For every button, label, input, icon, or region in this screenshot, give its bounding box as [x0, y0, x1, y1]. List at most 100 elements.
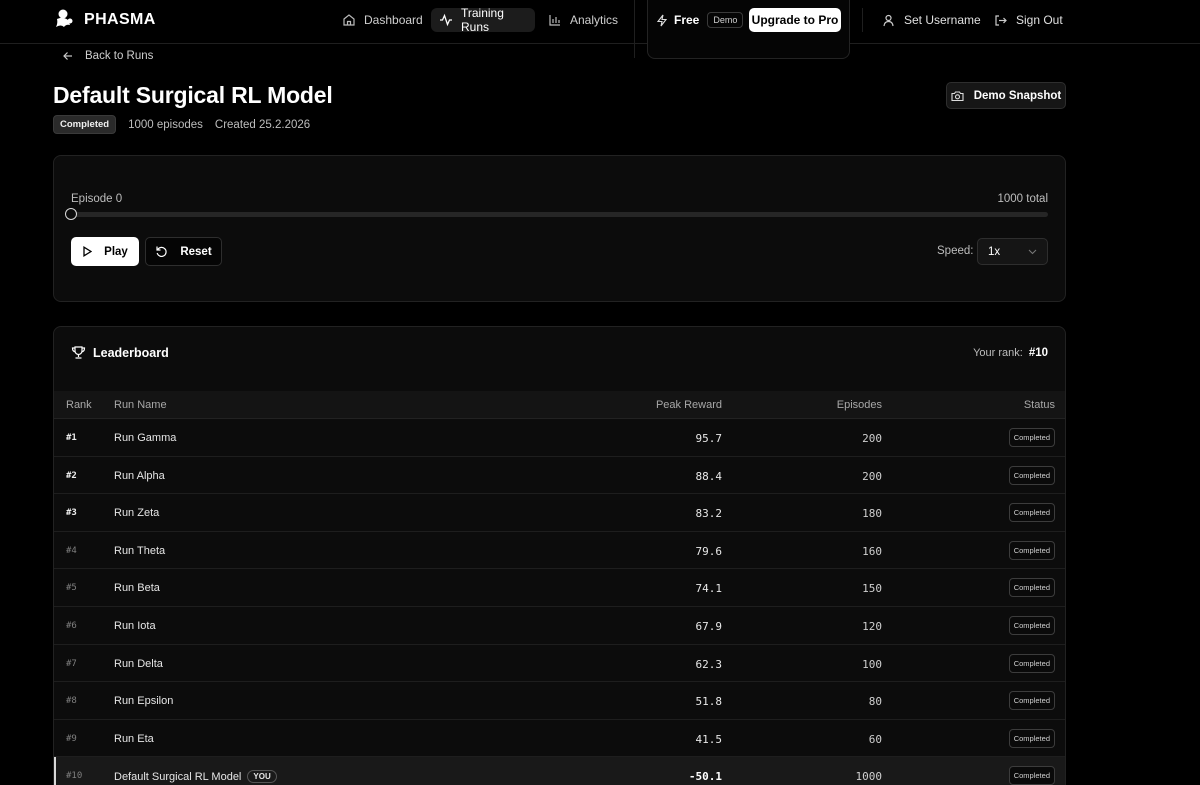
- brand[interactable]: PHASMA: [54, 9, 156, 31]
- demo-badge: Demo: [707, 12, 744, 28]
- play-icon: [82, 246, 93, 257]
- speed-select[interactable]: 1x: [977, 238, 1048, 265]
- demo-snapshot-button[interactable]: Demo Snapshot: [946, 82, 1066, 109]
- rank-cell: #2: [66, 470, 77, 481]
- play-button[interactable]: Play: [71, 237, 139, 266]
- top-nav: PHASMA Dashboard Training Runs Analytics…: [0, 0, 1200, 59]
- rank-cell: #3: [66, 508, 77, 519]
- rotate-ccw-icon: [155, 245, 168, 258]
- speed-value: 1x: [988, 245, 1001, 258]
- created-date: Created 25.2.2026: [214, 118, 311, 131]
- table-row[interactable]: #1 Run Gamma 95.7 200 Completed: [54, 419, 1065, 457]
- table-row[interactable]: #9 Run Eta 41.5 60 Completed: [54, 720, 1065, 758]
- nav-link-label: Analytics: [570, 13, 619, 27]
- run-name-cell: Run Epsilon: [114, 695, 173, 707]
- chevron-down-icon: [1028, 249, 1037, 255]
- leaderboard-panel: Leaderboard Your rank: #10 Rank Run Name…: [53, 326, 1066, 785]
- run-name-cell: Run Delta: [114, 658, 163, 670]
- slider-thumb[interactable]: [65, 208, 77, 220]
- playback-panel: Episode 0 1000 total Play Reset Speed: 1…: [53, 155, 1066, 302]
- speed-label: Speed:: [937, 245, 974, 257]
- table-row[interactable]: #8 Run Epsilon 51.8 80 Completed: [54, 682, 1065, 720]
- status-badge: Completed: [1008, 465, 1055, 485]
- peak-reward-cell: 88.4: [695, 469, 723, 483]
- episodes-cell: 60: [868, 732, 882, 746]
- run-name: Run Epsilon: [114, 695, 174, 708]
- column-header-episodes[interactable]: Episodes: [837, 399, 882, 411]
- reset-button[interactable]: Reset: [145, 237, 222, 266]
- episodes-cell: 80: [868, 695, 882, 709]
- run-name: Run Beta: [114, 582, 160, 595]
- your-rank: Your rank: #10: [973, 347, 1048, 359]
- status-badge: Completed: [53, 115, 117, 134]
- episodes-cell: 1000: [855, 770, 883, 784]
- table-row[interactable]: #4 Run Theta 79.6 160 Completed: [54, 532, 1065, 570]
- episodes-cell: 120: [862, 619, 882, 633]
- episodes-cell: 100: [862, 657, 882, 671]
- table-row[interactable]: #3 Run Zeta 83.2 180 Completed: [54, 494, 1065, 532]
- reset-label: Reset: [180, 245, 212, 258]
- nav-link-dashboard[interactable]: Dashboard: [334, 8, 431, 32]
- column-header-run-name[interactable]: Run Name: [114, 399, 167, 411]
- column-header-status[interactable]: Status: [1024, 399, 1055, 411]
- run-meta: Completed 1000 episodes Created 25.2.202…: [53, 115, 310, 134]
- sign-out-button[interactable]: Sign Out: [994, 8, 1063, 32]
- episodes-cell: 180: [862, 507, 882, 521]
- nav-link-analytics[interactable]: Analytics: [540, 8, 626, 32]
- you-badge: YOU: [247, 770, 277, 784]
- table-row[interactable]: #2 Run Alpha 88.4 200 Completed: [54, 457, 1065, 495]
- upgrade-button[interactable]: Upgrade to Pro: [749, 8, 841, 32]
- back-to-runs-link[interactable]: Back to Runs: [62, 50, 153, 62]
- sign-out-label: Sign Out: [1016, 13, 1063, 27]
- peak-reward-cell: 51.8: [695, 695, 723, 709]
- home-icon: [342, 13, 356, 27]
- user-icon: [882, 14, 895, 27]
- run-name: Run Alpha: [114, 469, 165, 482]
- run-name-cell: Run Alpha: [114, 470, 165, 482]
- leaderboard-title: Leaderboard: [71, 345, 169, 360]
- column-header-rank[interactable]: Rank: [66, 399, 92, 411]
- episodes-cell: 150: [862, 582, 882, 596]
- peak-reward-cell: 74.1: [695, 582, 723, 596]
- episode-count: 1000 episodes: [128, 118, 203, 131]
- run-name-cell: Run Gamma: [114, 432, 176, 444]
- column-header-peak-reward[interactable]: Peak Reward: [656, 399, 722, 411]
- set-username-button[interactable]: Set Username: [882, 8, 981, 32]
- nav-divider: [862, 8, 863, 32]
- set-username-label: Set Username: [904, 13, 981, 27]
- table-row[interactable]: #6 Run Iota 67.9 120 Completed: [54, 607, 1065, 645]
- run-name-cell: Default Surgical RL Model YOU: [114, 770, 277, 784]
- rank-cell: #6: [66, 620, 77, 631]
- table-row[interactable]: #7 Run Delta 62.3 100 Completed: [54, 645, 1065, 683]
- peak-reward-cell: -50.1: [688, 770, 722, 784]
- nav-divider: [634, 0, 635, 58]
- status-badge: Completed: [1008, 428, 1055, 447]
- episode-slider[interactable]: [65, 208, 1048, 220]
- rank-cell: #4: [66, 545, 77, 556]
- run-name-cell: Run Beta: [114, 582, 160, 594]
- run-name: Run Theta: [114, 544, 166, 557]
- table-row-current-user[interactable]: #10 Default Surgical RL Model YOU -50.1 …: [54, 757, 1065, 785]
- table-header: Rank Run Name Peak Reward Episodes Statu…: [54, 391, 1065, 419]
- nav-link-training-runs[interactable]: Training Runs: [431, 6, 535, 34]
- peak-reward-cell: 41.5: [695, 732, 723, 746]
- episodes-cell: 200: [862, 432, 882, 445]
- run-name: Run Gamma: [114, 432, 177, 444]
- status-badge: Completed: [1008, 503, 1055, 523]
- plan-name: Free: [674, 13, 700, 27]
- run-name: Run Iota: [114, 619, 156, 632]
- leaderboard-title-text: Leaderboard: [93, 345, 169, 360]
- run-name: Run Delta: [114, 657, 163, 670]
- status-badge: Completed: [1008, 615, 1055, 635]
- rank-cell: #9: [66, 733, 77, 744]
- rank-cell: #8: [66, 696, 77, 707]
- run-name: Run Zeta: [114, 507, 160, 520]
- table-row[interactable]: #5 Run Beta 74.1 150 Completed: [54, 569, 1065, 607]
- back-label: Back to Runs: [85, 50, 154, 62]
- plan-indicator[interactable]: Free Demo: [656, 8, 744, 32]
- brand-name: PHASMA: [84, 11, 156, 28]
- bolt-icon: [656, 14, 668, 27]
- run-name-cell: Run Iota: [114, 620, 156, 632]
- peak-reward-cell: 62.3: [695, 657, 723, 671]
- peak-reward-cell: 95.7: [695, 432, 723, 445]
